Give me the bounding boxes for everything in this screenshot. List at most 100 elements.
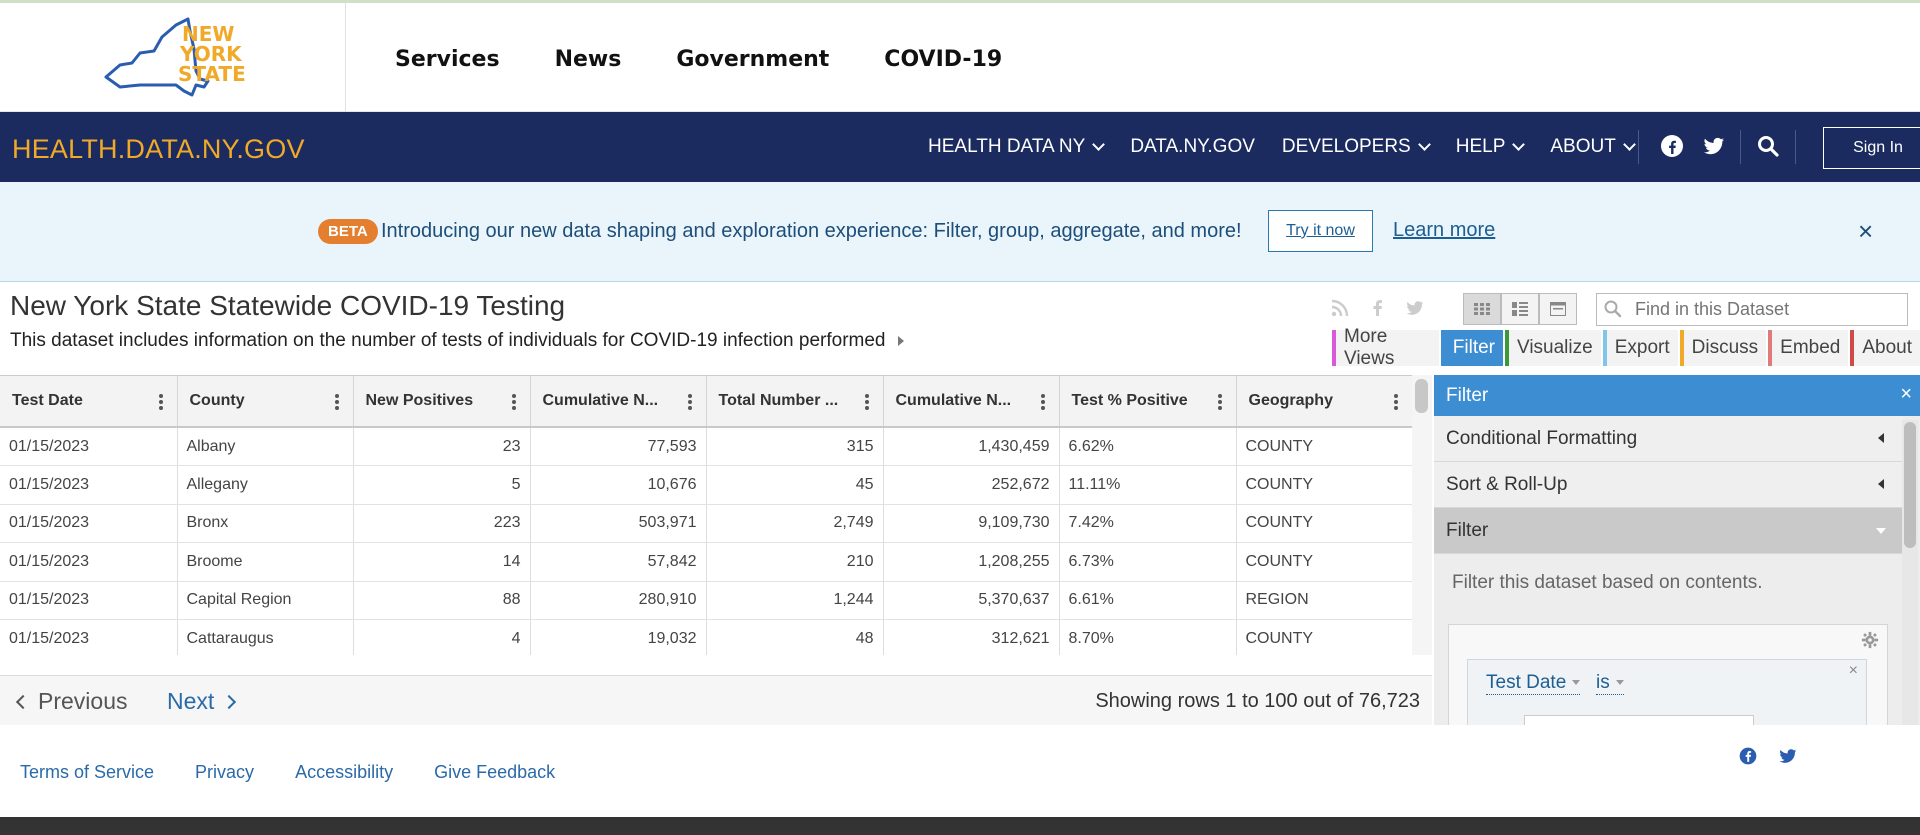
tab-discuss[interactable]: Discuss — [1679, 330, 1767, 366]
chevron-down-icon — [1417, 137, 1431, 151]
facebook-share-icon[interactable] — [1368, 298, 1388, 318]
column-menu-icon[interactable] — [334, 394, 339, 410]
previous-page-button[interactable]: Previous — [15, 688, 127, 715]
nav-help[interactable]: HELP — [1456, 136, 1526, 158]
column-header-geography[interactable]: Geography — [1236, 376, 1412, 428]
nav-news[interactable]: News — [555, 47, 622, 72]
column-header-cumulative-tests[interactable]: Cumulative N... — [883, 376, 1060, 428]
dropdown-arrow-icon — [1615, 680, 1624, 686]
next-page-button[interactable]: Next — [167, 688, 237, 715]
table-row[interactable]: 01/15/2023 Capital Region 88 280,910 1,244 5,… — [0, 581, 1412, 620]
column-menu-icon[interactable] — [864, 394, 869, 410]
tab-filter[interactable]: Filter — [1440, 330, 1503, 366]
nav-health-data-ny[interactable]: HEALTH DATA NY — [928, 136, 1106, 158]
section-conditional-formatting[interactable]: Conditional Formatting — [1434, 416, 1904, 462]
nys-logo[interactable]: NEW YORK STATE — [100, 15, 250, 101]
table-cell: 5 — [353, 465, 531, 505]
table-row[interactable]: 01/15/2023 Broome 14 57,842 210 1,208,255 6.73… — [0, 542, 1412, 582]
grid-scrollbar-thumb[interactable] — [1415, 379, 1428, 413]
table-row[interactable]: 01/15/2023 Allegany 5 10,676 45 252,672 11.11%… — [0, 465, 1412, 505]
column-header-test-date[interactable]: Test Date — [0, 376, 178, 428]
facebook-icon[interactable] — [1738, 746, 1758, 766]
expand-arrow-icon[interactable] — [897, 336, 904, 346]
column-menu-icon[interactable] — [511, 394, 516, 410]
condition-operator-select[interactable]: is — [1596, 672, 1624, 695]
gear-icon[interactable] — [1861, 631, 1879, 649]
list-view-button[interactable] — [1501, 293, 1539, 325]
accessibility-link[interactable]: Accessibility — [295, 762, 393, 783]
privacy-link[interactable]: Privacy — [195, 762, 254, 783]
grid-scrollbar[interactable] — [1412, 375, 1432, 655]
tab-about[interactable]: About — [1850, 330, 1920, 366]
tab-more-views[interactable]: More Views — [1332, 326, 1439, 369]
table-cell: 6.73% — [1059, 542, 1237, 582]
column-header-new-positives[interactable]: New Positives — [353, 376, 531, 428]
close-icon[interactable]: × — [1900, 383, 1912, 406]
terms-of-service-link[interactable]: Terms of Service — [20, 762, 154, 783]
remove-condition-icon[interactable]: × — [1849, 662, 1858, 680]
nav-developers[interactable]: DEVELOPERS — [1282, 136, 1431, 158]
table-row[interactable]: 01/15/2023 Cattaraugus 4 19,032 48 312,621 8.7… — [0, 619, 1412, 655]
table-cell: Bronx — [177, 504, 354, 543]
sidebar-scrollbar[interactable] — [1902, 420, 1918, 725]
column-menu-icon[interactable] — [1393, 394, 1398, 410]
nav-health-data-ny-label: HEALTH DATA NY — [928, 136, 1086, 157]
table-cell: COUNTY — [1236, 504, 1412, 543]
facebook-icon[interactable] — [1660, 134, 1684, 158]
twitter-icon[interactable] — [1778, 746, 1798, 766]
table-cell: 4 — [353, 619, 531, 655]
learn-more-link[interactable]: Learn more — [1393, 219, 1495, 242]
filter-sidebar: Filter × Conditional Formatting Sort & R… — [1434, 375, 1920, 725]
table-row[interactable]: 01/15/2023 Albany 23 77,593 315 1,430,459 6.62… — [0, 427, 1412, 466]
table-cell: 45 — [706, 465, 884, 505]
table-cell: 48 — [706, 619, 884, 655]
table-cell: 2,749 — [706, 504, 884, 543]
search-icon[interactable] — [1756, 134, 1780, 158]
column-header-county[interactable]: County — [177, 376, 354, 428]
column-header-label: Test Date — [12, 392, 83, 409]
dropdown-arrow-icon — [1572, 680, 1581, 686]
try-it-now-button[interactable]: Try it now — [1268, 210, 1373, 252]
beta-banner: BETA Introducing our new data shaping an… — [0, 182, 1920, 282]
condition-value-input[interactable] — [1524, 715, 1754, 725]
data-grid: Test Date County New Positives Cumulativ… — [0, 375, 1412, 655]
card-view-button[interactable] — [1539, 293, 1577, 325]
tab-export[interactable]: Export — [1602, 330, 1678, 366]
column-header-label: Total Number ... — [718, 392, 839, 409]
twitter-icon[interactable] — [1702, 134, 1726, 158]
give-feedback-link[interactable]: Give Feedback — [434, 762, 555, 783]
sidebar-scrollbar-thumb[interactable] — [1904, 422, 1916, 548]
grid-view-button[interactable] — [1463, 293, 1501, 325]
column-header-cumulative-positives[interactable]: Cumulative N... — [530, 376, 707, 428]
column-menu-icon[interactable] — [687, 394, 692, 410]
table-cell: 57,842 — [530, 542, 707, 582]
column-menu-icon[interactable] — [1040, 394, 1045, 410]
site-title[interactable]: HEALTH.DATA.NY.GOV — [12, 134, 305, 165]
column-header-total-tests[interactable]: Total Number ... — [706, 376, 884, 428]
nav-about[interactable]: ABOUT — [1550, 136, 1636, 158]
column-menu-icon[interactable] — [158, 394, 163, 410]
nav-data-ny-gov[interactable]: DATA.NY.GOV — [1130, 136, 1255, 158]
column-header-label: Cumulative N... — [542, 392, 659, 409]
column-header-test-percent-positive[interactable]: Test % Positive — [1059, 376, 1237, 428]
rss-icon[interactable] — [1330, 298, 1350, 318]
twitter-share-icon[interactable] — [1405, 298, 1425, 318]
tab-visualize[interactable]: Visualize — [1505, 330, 1601, 366]
nys-header: NEW YORK STATE Services News Government … — [0, 3, 1920, 112]
table-row[interactable]: 01/15/2023 Bronx 223 503,971 2,749 9,109,730 7… — [0, 504, 1412, 543]
condition-field-select[interactable]: Test Date — [1486, 672, 1581, 695]
nav-covid-19[interactable]: COVID-19 — [884, 47, 1002, 72]
column-menu-icon[interactable] — [1217, 394, 1222, 410]
tab-embed[interactable]: Embed — [1768, 330, 1849, 366]
sign-in-button[interactable]: Sign In — [1823, 127, 1920, 169]
close-icon[interactable]: × — [1858, 216, 1873, 247]
table-cell: COUNTY — [1236, 619, 1412, 655]
nav-services[interactable]: Services — [395, 47, 500, 72]
section-filter[interactable]: Filter — [1434, 508, 1904, 554]
section-sort-rollup[interactable]: Sort & Roll-Up — [1434, 462, 1904, 508]
find-in-dataset-input[interactable] — [1596, 293, 1908, 326]
condition-operator-label: is — [1596, 672, 1610, 693]
table-cell: 312,621 — [883, 619, 1060, 655]
nav-government[interactable]: Government — [676, 47, 829, 72]
table-cell: COUNTY — [1236, 542, 1412, 582]
